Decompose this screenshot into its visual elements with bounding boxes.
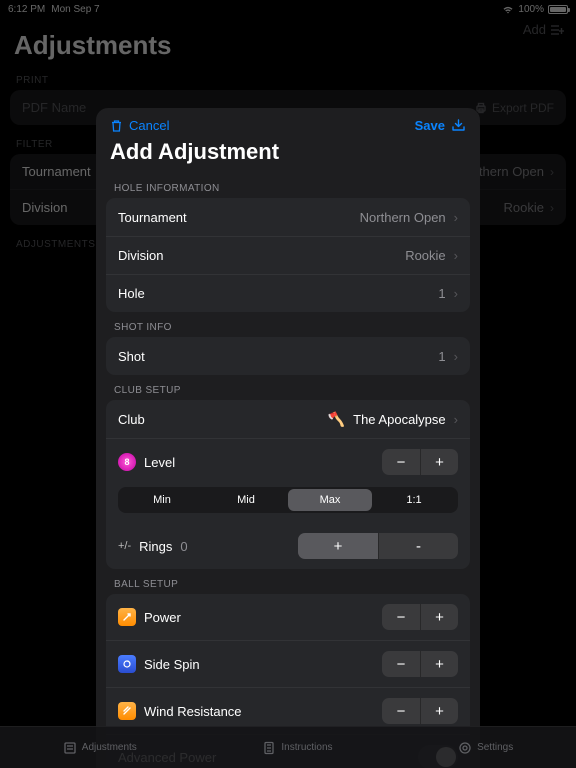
save-button[interactable]: Save <box>415 118 466 133</box>
seg-max[interactable]: Max <box>288 489 372 511</box>
wind-stepper[interactable]: −+ <box>382 698 458 724</box>
seg-mid[interactable]: Mid <box>204 489 288 511</box>
club-range-segmented[interactable]: Min Mid Max 1:1 <box>118 487 458 513</box>
tab-adjustments[interactable]: Adjustments <box>63 741 137 755</box>
level-stepper[interactable]: −+ <box>382 449 458 475</box>
club-row[interactable]: Club 🪓The Apocalypse› <box>106 400 470 438</box>
save-tray-icon <box>451 119 466 132</box>
settings-icon <box>458 741 472 755</box>
tab-bar: Adjustments Instructions Settings <box>0 726 576 768</box>
plus-button[interactable]: + <box>420 604 458 630</box>
chevron-right-icon: › <box>454 248 458 263</box>
instructions-icon <box>262 741 276 755</box>
chevron-right-icon: › <box>454 210 458 225</box>
sidespin-icon <box>118 655 136 673</box>
rings-stepper[interactable]: +- <box>298 533 458 559</box>
wind-icon <box>118 702 136 720</box>
power-row: Power −+ <box>106 594 470 640</box>
minus-button[interactable]: − <box>382 604 420 630</box>
club-setup-label: CLUB SETUP <box>114 385 480 396</box>
minus-button[interactable]: - <box>378 533 458 559</box>
hole-row[interactable]: Hole 1› <box>106 274 470 312</box>
plus-button[interactable]: + <box>420 651 458 677</box>
shot-row[interactable]: Shot 1› <box>106 337 470 375</box>
level-row: 8Level −+ <box>106 438 470 485</box>
shot-info-label: SHOT INFO <box>114 322 480 333</box>
hole-info-label: HOLE INFORMATION <box>114 183 480 194</box>
minus-button[interactable]: − <box>382 698 420 724</box>
seg-ratio[interactable]: 1:1 <box>372 489 456 511</box>
adjustments-icon <box>63 741 77 755</box>
tab-settings[interactable]: Settings <box>458 741 513 755</box>
plus-button[interactable]: + <box>298 533 378 559</box>
club-icon: 🪓 <box>328 411 345 428</box>
chevron-right-icon: › <box>454 349 458 364</box>
sidespin-stepper[interactable]: −+ <box>382 651 458 677</box>
add-adjustment-modal: Cancel Save Add Adjustment HOLE INFORMAT… <box>96 108 480 768</box>
cancel-button[interactable]: Cancel <box>110 118 169 133</box>
plus-button[interactable]: + <box>420 449 458 475</box>
level-badge-icon: 8 <box>118 453 136 471</box>
chevron-right-icon: › <box>454 412 458 427</box>
rings-row: +/-Rings0 +- <box>106 523 470 569</box>
trash-icon <box>110 119 123 133</box>
tab-instructions[interactable]: Instructions <box>262 741 332 755</box>
chevron-right-icon: › <box>454 286 458 301</box>
division-row[interactable]: Division Rookie› <box>106 236 470 274</box>
minus-button[interactable]: − <box>382 449 420 475</box>
minus-button[interactable]: − <box>382 651 420 677</box>
ball-setup-label: BALL SETUP <box>114 579 480 590</box>
plus-button[interactable]: + <box>420 698 458 724</box>
sidespin-row: Side Spin −+ <box>106 640 470 687</box>
power-stepper[interactable]: −+ <box>382 604 458 630</box>
modal-title: Add Adjustment <box>110 139 466 165</box>
tournament-row[interactable]: Tournament Northern Open› <box>106 198 470 236</box>
power-icon <box>118 608 136 626</box>
seg-min[interactable]: Min <box>120 489 204 511</box>
